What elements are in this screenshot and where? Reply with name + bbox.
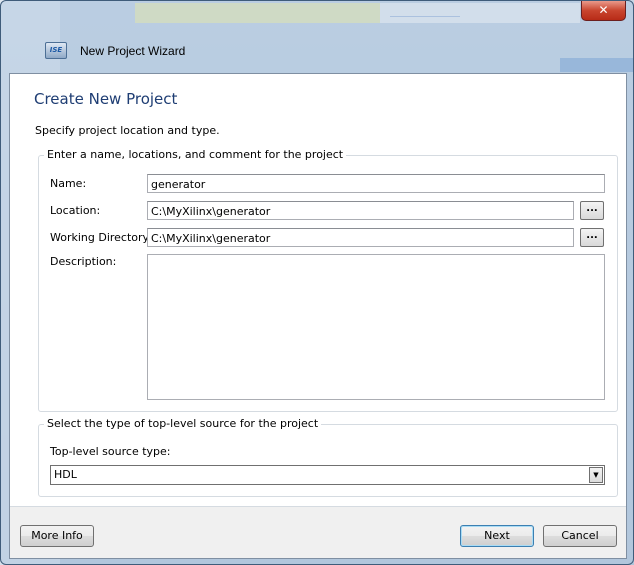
location-label: Location:: [50, 204, 101, 217]
name-field[interactable]: generator: [147, 174, 605, 193]
source-type-legend: Select the type of top-level source for …: [44, 417, 322, 430]
window-title: New Project Wizard: [80, 44, 186, 58]
project-info-legend: Enter a name, locations, and comment for…: [44, 148, 347, 161]
wizard-window: ISE New Project Wizard ✕ Create New Proj…: [0, 0, 634, 565]
description-label: Description:: [50, 255, 117, 268]
source-type-select[interactable]: HDL ▼: [50, 465, 605, 485]
more-info-button[interactable]: More Info: [20, 525, 94, 547]
source-type-label: Top-level source type:: [50, 445, 171, 458]
cancel-button[interactable]: Cancel: [543, 525, 617, 547]
location-browse-button[interactable]: ...: [580, 201, 604, 220]
name-label: Name:: [50, 177, 87, 190]
working-directory-browse-button[interactable]: ...: [580, 228, 604, 247]
location-field[interactable]: C:\MyXilinx\generator: [147, 201, 574, 220]
close-button[interactable]: ✕: [581, 1, 626, 21]
chevron-down-icon[interactable]: ▼: [589, 467, 603, 483]
next-button[interactable]: Next: [460, 525, 534, 547]
wizard-content: Create New Project Specify project locat…: [9, 73, 627, 559]
page-subheading: Specify project location and type.: [35, 124, 220, 137]
working-directory-field[interactable]: C:\MyXilinx\generator: [147, 228, 574, 247]
project-info-group: Enter a name, locations, and comment for…: [38, 148, 618, 412]
description-textarea[interactable]: [147, 254, 605, 400]
title-bar[interactable]: ISE New Project Wizard ✕: [1, 1, 633, 73]
page-heading: Create New Project: [34, 90, 178, 108]
footer-bar: More Info Next Cancel: [10, 507, 626, 558]
source-type-group: Select the type of top-level source for …: [38, 417, 618, 497]
source-type-value: HDL: [54, 468, 77, 481]
working-directory-label: Working Directory:: [50, 231, 152, 244]
app-icon: ISE: [45, 42, 67, 59]
